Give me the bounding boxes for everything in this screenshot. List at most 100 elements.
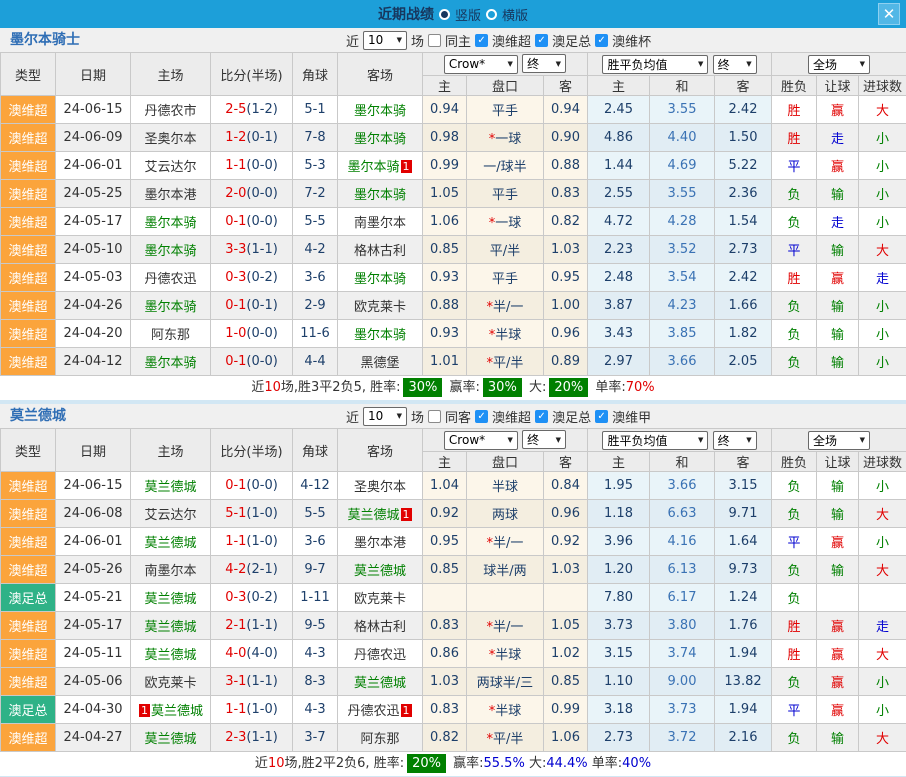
- corner-cell: 8-3: [293, 668, 338, 696]
- summary-text: 近: [255, 756, 268, 771]
- result-value: 胜: [788, 104, 801, 119]
- league-label-3[interactable]: 澳维甲: [612, 407, 651, 426]
- result-value: 平: [788, 704, 801, 719]
- team-section-melbourne-knights: 墨尔本骑士 近 10▼ 场 同主 澳维超 澳足总 澳维杯: [0, 28, 906, 400]
- mean-final-select[interactable]: 终▼: [713, 431, 757, 450]
- team-name: 丹德农市: [144, 104, 196, 119]
- scope-select[interactable]: 全场▼: [808, 55, 870, 74]
- match-row: 澳维超24-06-01艾云达尔1-1(0-0)5-3墨尔本骑10.99一/球半0…: [1, 152, 906, 180]
- mean-home-odds-cell: 3.15: [588, 640, 650, 668]
- home-odds-cell: 1.03: [423, 668, 467, 696]
- team-name: 欧克莱卡: [354, 592, 406, 607]
- result-cell: 平: [772, 236, 817, 264]
- scope-select[interactable]: 全场▼: [808, 431, 870, 450]
- summary-text: 55.5%: [484, 756, 525, 771]
- mean-draw-odds-cell: 4.16: [650, 528, 715, 556]
- same-home-checkbox[interactable]: [428, 34, 441, 47]
- team-name: 墨尔本骑: [144, 216, 196, 231]
- league-checkbox-3[interactable]: [595, 34, 608, 47]
- odds-company-select[interactable]: Crow*▼: [444, 55, 518, 74]
- league-cell: 澳维超: [1, 500, 56, 528]
- league-label-2[interactable]: 澳足总: [552, 407, 591, 426]
- mean-home-odds-cell: 3.87: [588, 292, 650, 320]
- goals-value: 大: [876, 508, 889, 523]
- vertical-layout-radio[interactable]: [439, 9, 450, 20]
- home-odds-cell: 0.83: [423, 612, 467, 640]
- goals-cell: 走: [859, 264, 906, 292]
- summary-text: 赢率:: [449, 756, 484, 771]
- league-checkbox-2[interactable]: [535, 410, 548, 423]
- col-type: 类型: [1, 429, 56, 472]
- goals-cell: 小: [859, 208, 906, 236]
- goals-value: 小: [876, 160, 889, 175]
- home-team-cell: 圣奥尔本: [131, 124, 211, 152]
- league-label-2[interactable]: 澳足总: [552, 31, 591, 50]
- same-away-label[interactable]: 同客: [445, 407, 471, 426]
- league-label-1[interactable]: 澳维超: [492, 31, 531, 50]
- near-label: 近: [346, 407, 359, 426]
- corner-cell: 5-5: [293, 500, 338, 528]
- league-checkbox-3[interactable]: [595, 410, 608, 423]
- mean-draw-odds-cell: 6.17: [650, 584, 715, 612]
- match-row: 澳足总24-05-21莫兰德城0-3(0-2)1-11欧克莱卡7.806.171…: [1, 584, 906, 612]
- scope-group: 全场▼: [772, 53, 906, 76]
- home-team-cell: 墨尔本骑: [131, 348, 211, 376]
- same-home-label[interactable]: 同主: [445, 31, 471, 50]
- mean-odds-select[interactable]: 胜平负均值▼: [602, 55, 708, 74]
- away-team-cell: 圣奥尔本: [338, 472, 423, 500]
- col-score: 比分(半场): [211, 429, 293, 472]
- home-odds-cell: 1.01: [423, 348, 467, 376]
- result-value: 负: [788, 328, 801, 343]
- league-checkbox-1[interactable]: [475, 34, 488, 47]
- away-team-cell: 墨尔本骑1: [338, 152, 423, 180]
- league-checkbox-1[interactable]: [475, 410, 488, 423]
- horizontal-layout-label[interactable]: 横版: [502, 5, 528, 24]
- score-cell: 1-2(0-1): [211, 124, 293, 152]
- corner-cell: 3-7: [293, 724, 338, 752]
- away-odds-cell: 0.95: [544, 264, 588, 292]
- full-score: 3-3: [225, 242, 246, 257]
- half-score: (1-2): [246, 102, 277, 117]
- away-odds-cell: 0.96: [544, 320, 588, 348]
- handicap-cell: 平手: [467, 96, 544, 124]
- league-label-3[interactable]: 澳维杯: [612, 31, 651, 50]
- mean-final-select[interactable]: 终▼: [713, 55, 757, 74]
- handicap-result-value: 输: [831, 508, 844, 523]
- home-team-cell: 丹德农迅: [131, 264, 211, 292]
- league-name: 澳维超: [8, 676, 47, 691]
- rate-badge: 20%: [407, 754, 446, 773]
- home-team-cell: 丹德农市: [131, 96, 211, 124]
- league-checkbox-2[interactable]: [535, 34, 548, 47]
- summary-text: 赢率:: [445, 380, 480, 395]
- vertical-layout-label[interactable]: 竖版: [455, 5, 481, 24]
- corner-cell: 3-6: [293, 528, 338, 556]
- close-button[interactable]: ✕: [878, 3, 900, 25]
- odds-final-select[interactable]: 终▼: [522, 54, 566, 73]
- mean-away-odds-cell: 9.71: [715, 500, 772, 528]
- horizontal-layout-radio[interactable]: [486, 9, 497, 20]
- col-away: 客场: [338, 429, 423, 472]
- date-cell: 24-06-15: [56, 472, 131, 500]
- mean-away-odds-cell: 2.36: [715, 180, 772, 208]
- mean-odds-select[interactable]: 胜平负均值▼: [602, 431, 708, 450]
- same-away-checkbox[interactable]: [428, 410, 441, 423]
- col-type: 类型: [1, 53, 56, 96]
- half-score: (0-0): [246, 354, 277, 369]
- handicap-cell: *平/半: [467, 348, 544, 376]
- team-name: 丹德农迅: [354, 648, 406, 663]
- match-count-select[interactable]: 10▼: [363, 31, 407, 50]
- star-mark: *: [489, 132, 496, 147]
- handicap-result-cell: 走: [817, 208, 859, 236]
- col-result: 胜负: [772, 76, 817, 96]
- match-count-select[interactable]: 10▼: [363, 407, 407, 426]
- col-mean-draw: 和: [650, 452, 715, 472]
- rate-badge: 30%: [403, 378, 442, 397]
- odds-final-select[interactable]: 终▼: [522, 430, 566, 449]
- league-cell: 澳维超: [1, 208, 56, 236]
- team-section-moreland-city: 莫兰德城 近 10▼ 场 同客 澳维超 澳足总 澳维甲: [0, 404, 906, 776]
- odds-company-select[interactable]: Crow*▼: [444, 431, 518, 450]
- mean-draw-odds-cell: 3.74: [650, 640, 715, 668]
- near-label: 近: [346, 31, 359, 50]
- league-name: 澳维超: [8, 188, 47, 203]
- league-label-1[interactable]: 澳维超: [492, 407, 531, 426]
